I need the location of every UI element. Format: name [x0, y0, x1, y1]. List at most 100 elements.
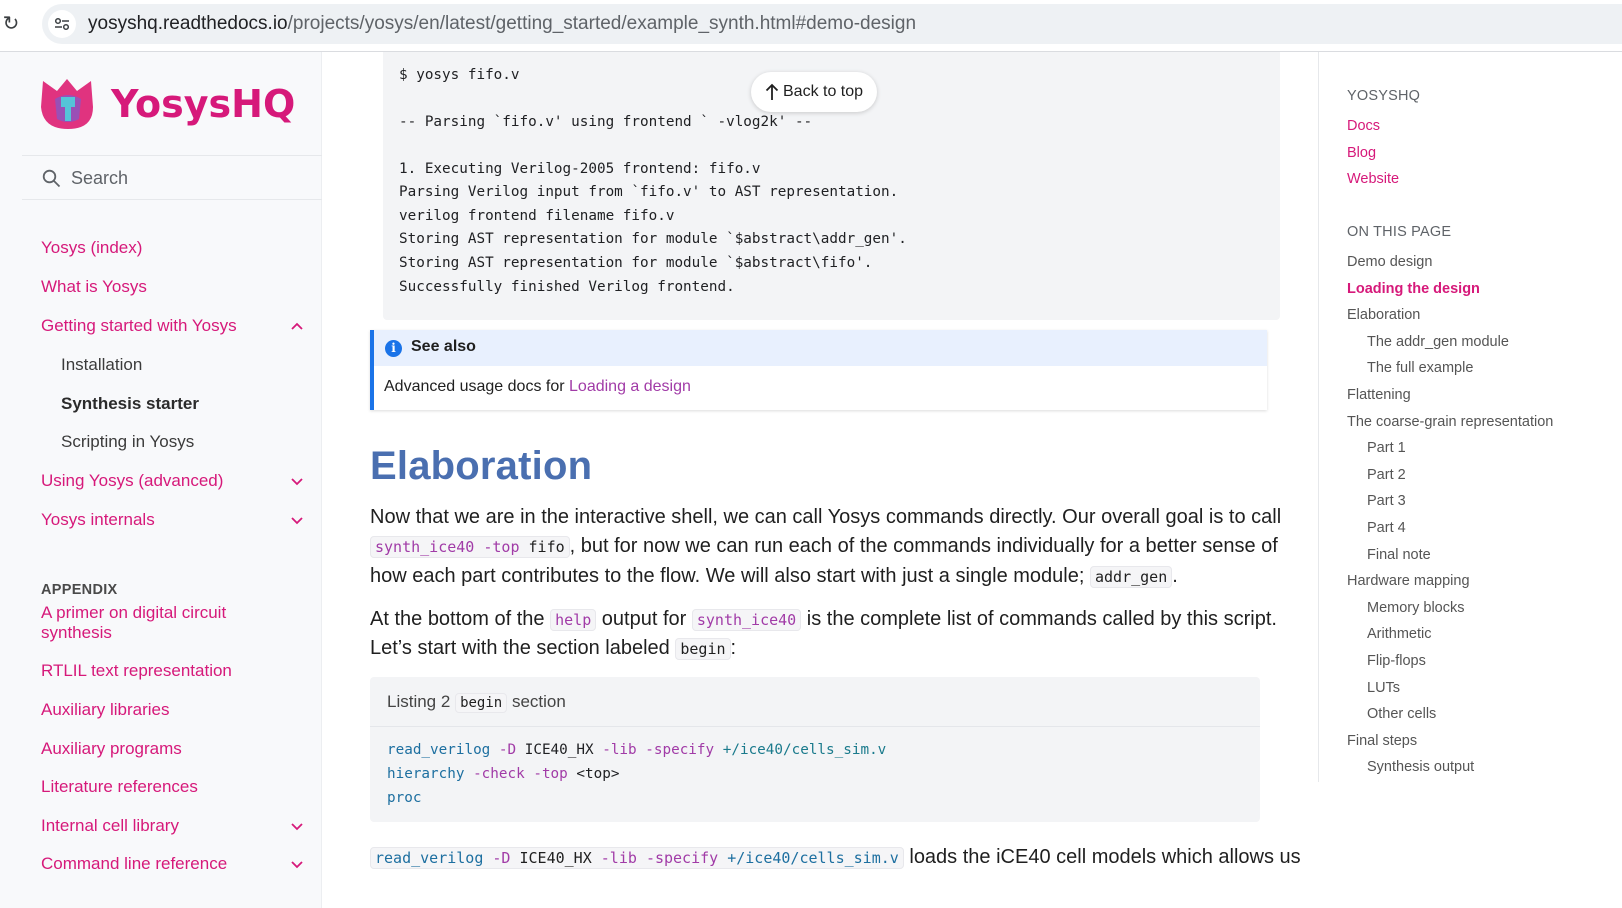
toc-item[interactable]: Flattening — [1347, 387, 1411, 403]
toc-item[interactable]: Final steps — [1347, 733, 1417, 749]
nav-item-primer[interactable]: A primer on digital circuit synthesis — [41, 603, 271, 643]
code-line: 1. Executing Verilog-2005 frontend: fifo… — [399, 161, 761, 177]
code-token: -D — [498, 742, 517, 758]
address-bar[interactable]: yosyshq.readthedocs.io/projects/yosys/en… — [42, 4, 1622, 44]
toc-item[interactable]: Arithmetic — [1367, 626, 1431, 642]
chevron-up-icon[interactable] — [290, 321, 304, 331]
inline-code: begin — [455, 693, 508, 713]
listing-begin-section: Listing 2 begin section read_verilog -D … — [370, 677, 1260, 822]
nav-item-yosys-internals[interactable]: Yosys internals — [41, 510, 291, 530]
site-info-icon[interactable] — [48, 10, 76, 38]
admonition-header: i See also — [374, 330, 1267, 366]
loading-a-design-link[interactable]: Loading a design — [569, 378, 691, 395]
url-path: /projects/yosys/en/latest/getting_starte… — [287, 13, 917, 34]
code-line: -- Parsing `fifo.v' using frontend ` -vl… — [399, 114, 813, 130]
back-to-top-button[interactable]: Back to top — [751, 72, 877, 112]
paragraph-line: read_verilog -D ICE40_HX -lib -specify +… — [370, 843, 1301, 873]
toc-link-blog[interactable]: Blog — [1347, 145, 1376, 161]
code-token: proc — [387, 790, 422, 806]
section-heading-elaboration: Elaboration — [370, 444, 593, 488]
nav-item-literature[interactable]: Literature references — [41, 777, 291, 797]
code-token: hierarchy — [387, 766, 465, 782]
search-box[interactable]: Search — [22, 155, 322, 200]
nav-item-synthesis-starter[interactable]: Synthesis starter — [61, 394, 311, 414]
toc-item[interactable]: The full example — [1367, 360, 1473, 376]
inline-code: synth_ice40 — [691, 609, 802, 631]
code-token: -specify — [645, 742, 715, 758]
table-of-contents: YOSYSHQ Docs Blog Website ON THIS PAGE D… — [1318, 52, 1622, 782]
code-line: Parsing Verilog input from `fifo.v' to A… — [399, 184, 899, 200]
code-token: fifo — [528, 538, 565, 556]
nav-item-cell-library[interactable]: Internal cell library — [41, 816, 291, 836]
see-also-admonition: i See also Advanced usage docs for Loadi… — [370, 330, 1267, 410]
toc-item[interactable]: Other cells — [1367, 706, 1436, 722]
code-token: +/ice40/cells_sim.v — [727, 849, 899, 867]
toc-link-website[interactable]: Website — [1347, 171, 1399, 187]
toc-heading-on-this-page: ON THIS PAGE — [1347, 224, 1452, 240]
nav-item-getting-started[interactable]: Getting started with Yosys — [41, 316, 291, 336]
yosyshq-logo[interactable]: YosysHQ — [41, 73, 306, 133]
paragraph-line: Now that we are in the interactive shell… — [370, 503, 1281, 532]
paragraph-text: loads the iCE40 cell models which allows… — [903, 846, 1301, 868]
inline-code: help — [550, 609, 597, 631]
paragraph-line: At the bottom of the help output for syn… — [370, 605, 1277, 635]
search-icon — [42, 169, 61, 188]
nav-item-aux-programs[interactable]: Auxiliary programs — [41, 739, 291, 759]
nav-item-using-yosys-advanced[interactable]: Using Yosys (advanced) — [41, 471, 291, 491]
url-text[interactable]: yosyshq.readthedocs.io/projects/yosys/en… — [88, 13, 916, 35]
nav-item-aux-libraries[interactable]: Auxiliary libraries — [41, 700, 291, 720]
toc-item[interactable]: Part 4 — [1367, 520, 1406, 536]
toc-item[interactable]: Final note — [1367, 547, 1431, 563]
admonition-title: See also — [411, 338, 476, 355]
code-line: verilog frontend filename fifo.v — [399, 208, 675, 224]
paragraph-text: : — [730, 637, 737, 659]
code-token: +/ice40/cells_sim.v — [722, 742, 887, 758]
code-line: $ yosys fifo.v — [399, 67, 520, 83]
toc-item[interactable]: The addr_gen module — [1367, 334, 1509, 350]
toc-item[interactable]: Memory blocks — [1367, 600, 1465, 616]
toc-item[interactable]: Synthesis output — [1367, 759, 1474, 775]
inline-code: addr_gen — [1090, 566, 1173, 588]
code-token: ICE40_HX — [524, 742, 594, 758]
toc-item[interactable]: Part 3 — [1367, 493, 1406, 509]
toc-item[interactable]: Part 1 — [1367, 440, 1406, 456]
code-token: -lib — [600, 849, 637, 867]
chevron-down-icon[interactable] — [290, 515, 304, 525]
code-line: Storing AST representation for module `$… — [399, 255, 873, 271]
toc-item[interactable]: Elaboration — [1347, 307, 1420, 323]
inline-code: synth_ice40 -top fifo — [370, 536, 570, 558]
toc-item[interactable]: The coarse-grain representation — [1347, 414, 1553, 430]
toc-item[interactable]: Part 2 — [1367, 467, 1406, 483]
nav-item-rtlil[interactable]: RTLIL text representation — [41, 661, 291, 681]
code-token: help — [555, 611, 592, 629]
url-host: yosyshq.readthedocs.io — [88, 13, 288, 34]
reload-icon[interactable]: ↻ — [0, 12, 22, 36]
nav-item-yosys-index[interactable]: Yosys (index) — [41, 238, 291, 258]
toc-item[interactable]: Hardware mapping — [1347, 573, 1470, 589]
toc-item[interactable]: Demo design — [1347, 254, 1432, 270]
toc-link-docs[interactable]: Docs — [1347, 118, 1380, 134]
paragraph-text: how each part contributes to the flow. W… — [370, 565, 1085, 587]
browser-toolbar: ↻ yosyshq.readthedocs.io/projects/yosys/… — [0, 0, 1622, 52]
chevron-down-icon[interactable] — [290, 821, 304, 831]
nav-item-what-is-yosys[interactable]: What is Yosys — [41, 277, 291, 297]
caption-label: Listing 2 — [387, 692, 451, 711]
paragraph-text: Let’s start with the section labeled — [370, 637, 676, 659]
nav-item-installation[interactable]: Installation — [61, 355, 311, 375]
chevron-down-icon[interactable] — [290, 859, 304, 869]
code-token: ICE40_HX — [519, 849, 592, 867]
nav-item-command-line[interactable]: Command line reference — [41, 854, 291, 874]
nav-item-scripting[interactable]: Scripting in Yosys — [61, 432, 311, 452]
toc-item[interactable]: Loading the design — [1347, 281, 1480, 297]
code-token: -top — [533, 766, 568, 782]
back-to-top-label: Back to top — [783, 83, 864, 100]
toc-item[interactable]: Flip-flops — [1367, 653, 1426, 669]
toc-item[interactable]: LUTs — [1367, 680, 1400, 696]
search-input[interactable]: Search — [71, 168, 128, 189]
chevron-down-icon[interactable] — [290, 476, 304, 486]
code-token: synth_ice40 — [375, 538, 475, 556]
code-token: synth_ice40 — [696, 611, 797, 629]
code-token: -check — [473, 766, 525, 782]
paragraph-text: Now that we are in the interactive shell… — [370, 506, 1282, 528]
paragraph-line: synth_ice40 -top fifo, but for now we ca… — [370, 532, 1278, 562]
